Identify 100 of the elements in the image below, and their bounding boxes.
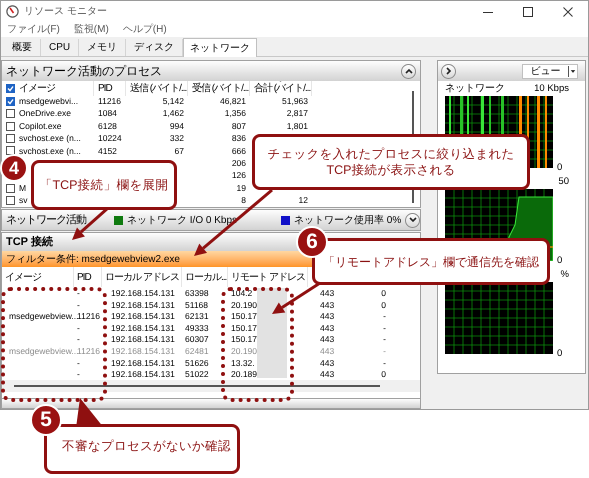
table-cell: msedgewebview... xyxy=(9,311,78,322)
table-cell: 0 xyxy=(381,288,386,298)
checkbox[interactable] xyxy=(6,84,15,93)
table-cell: - xyxy=(383,334,386,344)
table-cell: 443 xyxy=(320,346,334,356)
column-header[interactable]: PID xyxy=(77,270,91,284)
window-title: リソース モニター xyxy=(24,5,107,19)
checkbox[interactable] xyxy=(6,134,15,144)
table-cell: 443 xyxy=(320,358,334,368)
checkbox[interactable] xyxy=(6,196,15,205)
table-cell: - xyxy=(77,322,80,333)
table-cell: 443 xyxy=(320,300,334,310)
table-cell: OneDrive.exe xyxy=(19,107,71,120)
table-cell: 1084 xyxy=(98,108,117,118)
table-cell: 443 xyxy=(320,288,334,298)
maximize-icon[interactable] xyxy=(523,6,533,16)
callout: 「TCP接続」欄を展開 xyxy=(31,160,177,210)
tab[interactable]: メモリ xyxy=(79,39,126,56)
view-dropdown[interactable]: ビュー xyxy=(522,64,578,78)
table-cell: 192.168.154.131 xyxy=(111,369,175,380)
table-cell: 49333 xyxy=(185,322,209,333)
table-cell: 150.17 xyxy=(231,334,257,344)
table-cell: 192.168.154.131 xyxy=(111,322,175,333)
table-cell: 4152 xyxy=(98,146,117,156)
table-cell: - xyxy=(77,369,80,380)
close-icon[interactable] xyxy=(563,6,573,16)
column-header[interactable]: 送信 (バイト/... xyxy=(130,81,186,96)
panel-toggle-button[interactable] xyxy=(441,64,456,78)
table-cell: 807 xyxy=(232,120,246,131)
scale-label: 0 xyxy=(557,162,562,172)
table-cell: 46,821 xyxy=(220,96,246,106)
table-cell: 192.168.154.131 xyxy=(111,334,175,344)
tab[interactable]: ネットワーク xyxy=(183,38,258,57)
menu-item[interactable]: 監視(M) xyxy=(74,22,109,37)
column-header[interactable]: ローカル... xyxy=(185,270,226,284)
table-cell: 11216 xyxy=(98,96,122,106)
section-title: TCP 接続 xyxy=(6,234,53,250)
column-header[interactable]: ローカル アドレス xyxy=(105,270,179,284)
section-title: ネットワーク活動のプロセス xyxy=(6,63,162,80)
checkbox[interactable] xyxy=(6,146,15,156)
table-cell: 2,817 xyxy=(286,108,308,118)
column-header[interactable]: PID xyxy=(98,81,112,96)
column-header[interactable]: 合計 (バイト/... xyxy=(254,81,310,96)
table-cell: 11216 xyxy=(77,346,100,356)
table-cell: 0 xyxy=(381,300,386,310)
scrollbar[interactable] xyxy=(14,384,380,387)
table-cell: - xyxy=(383,322,386,333)
tab[interactable]: CPU xyxy=(41,39,80,56)
table-cell: 206 xyxy=(232,158,246,168)
table-cell: 62481 xyxy=(185,346,209,356)
menu-item[interactable]: ヘルプ(H) xyxy=(122,22,167,37)
table-cell: 8 xyxy=(241,195,246,206)
table-cell: 51168 xyxy=(185,300,208,310)
table-cell: 51,963 xyxy=(282,96,308,106)
callout: チェックを入れたプロセスに絞り込まれた TCP接続が表示される xyxy=(252,134,530,190)
table-cell: 192.168.154.131 xyxy=(111,358,175,368)
section-header[interactable] xyxy=(2,398,420,408)
scale-label: 0 xyxy=(557,256,562,265)
table-cell: 51022 xyxy=(185,369,209,380)
table-cell: 126 xyxy=(232,170,246,180)
scale-label: 10 Kbps xyxy=(534,82,569,96)
table-cell: - xyxy=(77,288,80,298)
section-header[interactable]: ネットワーク活動のプロセス xyxy=(2,61,420,81)
collapse-button[interactable] xyxy=(401,64,416,78)
scale-label: % xyxy=(560,268,569,282)
table-cell: - xyxy=(383,346,386,356)
table-cell: 443 xyxy=(320,334,334,344)
table-cell: 443 xyxy=(320,369,334,380)
table-cell: Copilot.exe xyxy=(19,120,62,133)
expand-button[interactable] xyxy=(405,212,420,228)
checkbox[interactable] xyxy=(6,96,15,106)
table-cell: 20.190 xyxy=(231,346,257,356)
table-cell: - xyxy=(383,358,386,368)
table-cell: - xyxy=(77,334,80,344)
table-cell: 19 xyxy=(236,182,246,193)
checkbox[interactable] xyxy=(6,122,15,131)
table-cell: 67 xyxy=(174,146,184,156)
menu-item[interactable]: ファイル(F) xyxy=(7,22,60,37)
table-cell: 443 xyxy=(320,311,334,322)
table-cell: - xyxy=(77,300,80,310)
section-title: ネットワーク活動 xyxy=(6,212,86,228)
table-cell: 1,462 xyxy=(162,108,184,118)
table-cell: 51626 xyxy=(185,358,209,368)
table-cell: 836 xyxy=(232,133,246,144)
column-header[interactable]: イメージ xyxy=(19,81,55,96)
chevron-up-icon xyxy=(404,68,412,74)
table-cell: 104.2 xyxy=(231,288,252,298)
table-cell: msedgewebvi... xyxy=(19,95,78,108)
column-header[interactable]: リモート アドレス xyxy=(231,270,305,284)
checkbox[interactable] xyxy=(6,109,15,118)
chevron-down-icon xyxy=(408,217,417,223)
column-header[interactable]: イメージ xyxy=(5,270,41,284)
table-cell: 192.168.154.131 xyxy=(111,311,175,322)
checkbox[interactable] xyxy=(6,184,15,193)
table-cell: 192.168.154.131 xyxy=(111,288,175,298)
table-cell: 6128 xyxy=(98,120,117,131)
table-cell: 60307 xyxy=(185,334,209,344)
table-cell: 192.168.154.131 xyxy=(111,346,175,356)
column-header[interactable]: 受信 (バイト/... xyxy=(192,81,248,96)
tab[interactable]: 概要 xyxy=(4,39,41,56)
